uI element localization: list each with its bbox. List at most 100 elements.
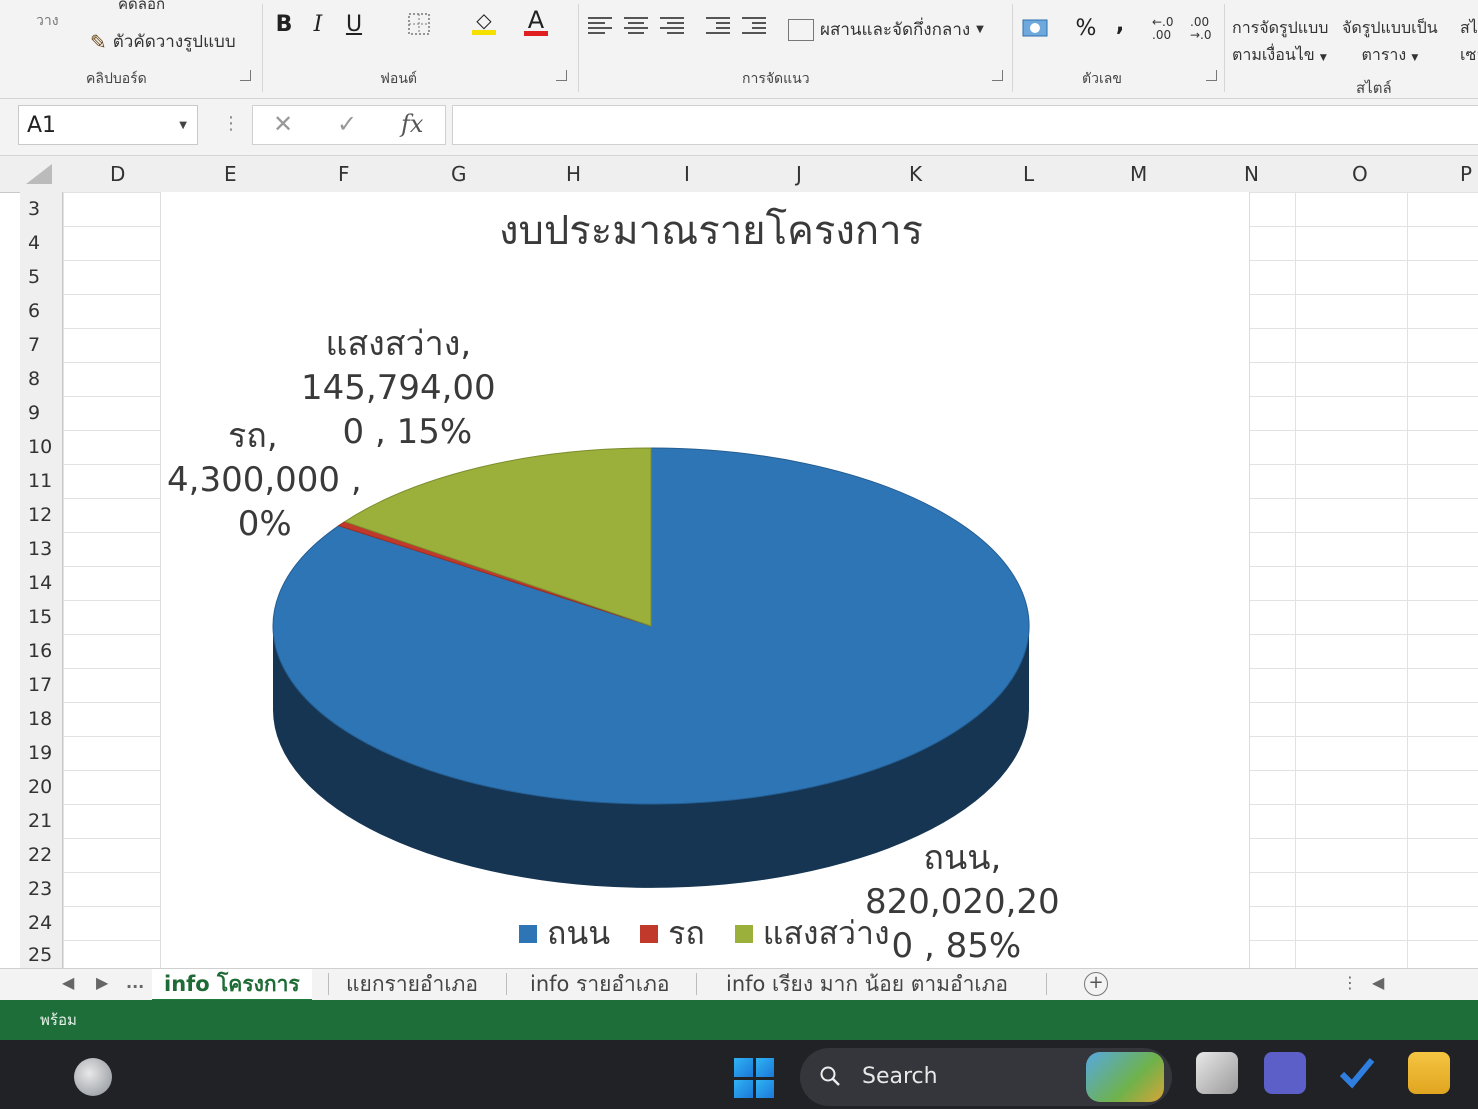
column-header[interactable]: H [566,162,581,186]
format-painter-button[interactable]: ✎ ตัวคัดวางรูปแบบ [90,28,236,55]
column-header[interactable]: F [338,162,350,186]
row-header[interactable]: 13 [28,538,52,560]
row-header[interactable]: 11 [28,470,52,492]
font-launcher-icon[interactable] [556,70,567,81]
column-header[interactable]: I [684,162,690,186]
row-header[interactable]: 22 [28,844,52,866]
increase-decimal-button[interactable]: ←.0 .00 [1152,16,1186,42]
comma-button[interactable]: , [1110,10,1130,38]
row-header[interactable]: 24 [28,912,52,934]
row-header[interactable]: 23 [28,878,52,900]
search-highlight-image [1086,1052,1164,1102]
divider [328,973,329,995]
column-header[interactable]: E [224,162,237,186]
divider [1224,4,1225,92]
align-center-icon[interactable] [624,14,648,38]
row-header[interactable]: 8 [28,368,40,390]
row-header[interactable]: 9 [28,402,40,424]
bold-button[interactable]: B [272,10,296,38]
legend-item[interactable]: รถ [640,908,705,959]
column-header[interactable]: K [909,162,922,186]
pie-chart[interactable]: งบประมาณรายโครงการ แสงสว่าง, 145,794,00 … [160,192,1250,968]
row-header[interactable]: 20 [28,776,52,798]
start-button[interactable] [734,1058,774,1098]
clipboard-launcher-icon[interactable] [240,70,251,81]
font-color-button[interactable]: A [520,8,552,36]
row-header[interactable]: 16 [28,640,52,662]
clipboard-group-label: คลิปบอร์ด [86,71,147,87]
row-header[interactable]: 15 [28,606,52,628]
merge-center-button[interactable]: ผสานและจัดกึ่งกลาง ▼ [788,16,984,43]
select-all-corner[interactable] [26,164,52,184]
insert-function-icon[interactable]: fx [401,110,423,138]
italic-button[interactable]: I [306,10,330,38]
data-label-vehicle[interactable]: รถ, 4,300,000 , 0% [167,414,362,546]
row-header[interactable]: 14 [28,572,52,594]
paste-button[interactable]: วาง [36,10,59,32]
column-header[interactable]: G [451,162,467,186]
column-header[interactable]: P [1460,162,1472,186]
row-header[interactable]: 4 [28,232,40,254]
fill-color-button[interactable]: ◇ [468,8,500,36]
row-header[interactable]: 21 [28,810,52,832]
copy-button[interactable]: คัดลอก [118,0,165,16]
increase-indent-icon[interactable] [742,14,766,38]
conditional-format-button[interactable]: การจัดรูปแบบ ตามเงื่อนไข ▼ [1232,16,1328,68]
taskbar-search[interactable]: Search [800,1048,1172,1106]
column-header[interactable]: O [1352,162,1368,186]
cancel-icon[interactable]: ✕ [273,110,293,138]
sheet-tab[interactable]: info โครงการ [152,969,312,1002]
row-header[interactable]: 5 [28,266,40,288]
decrease-decimal-button[interactable]: .00 →.0 [1190,16,1224,42]
legend-item[interactable]: ถนน [519,908,610,959]
task-view-icon[interactable] [1196,1052,1238,1094]
row-headers: 3 4 5 6 7 8 9 10 11 12 13 14 15 16 17 18… [20,192,63,968]
more-options-icon[interactable]: ⋮ [222,113,240,134]
row-header[interactable]: 18 [28,708,52,730]
column-header[interactable]: J [796,162,802,186]
more-sheets-button[interactable]: ... [126,973,144,992]
row-header[interactable]: 7 [28,334,40,356]
row-header[interactable]: 12 [28,504,52,526]
divider [1046,973,1047,995]
percent-button[interactable]: % [1072,14,1100,42]
widgets-icon[interactable] [74,1058,112,1096]
tab-splitter-icon[interactable]: ⋮ [1342,973,1358,992]
align-left-icon[interactable] [588,14,612,38]
scroll-right-icon[interactable]: ▶ [96,973,108,992]
add-sheet-button[interactable]: + [1084,972,1108,996]
cell-styles-button[interactable]: สไ เซล [1460,16,1478,68]
column-header[interactable]: N [1244,162,1259,186]
decrease-indent-icon[interactable] [706,14,730,38]
format-as-table-button[interactable]: จัดรูปแบบเป็น ตาราง ▼ [1342,16,1438,68]
column-header[interactable]: L [1023,162,1034,186]
row-header[interactable]: 10 [28,436,52,458]
alignment-launcher-icon[interactable] [992,70,1003,81]
row-header[interactable]: 17 [28,674,52,696]
divider [1012,4,1013,92]
column-header[interactable]: M [1130,162,1147,186]
borders-button[interactable] [404,10,434,38]
chart-legend[interactable]: ถนน รถ แสงสว่าง [519,908,910,959]
formula-input[interactable] [452,105,1478,145]
teams-icon[interactable] [1264,1052,1306,1094]
sheet-tab[interactable]: info เรียง มาก น้อย ตามอำเภอ [714,969,1020,999]
number-launcher-icon[interactable] [1206,70,1217,81]
column-header[interactable]: D [110,162,125,186]
name-box[interactable]: A1 ▼ [18,105,198,145]
row-header[interactable]: 25 [28,944,52,966]
row-header[interactable]: 3 [28,198,40,220]
legend-item[interactable]: แสงสว่าง [734,908,890,959]
enter-icon[interactable]: ✓ [337,110,357,138]
accounting-format-button[interactable] [1020,14,1050,42]
file-explorer-icon[interactable] [1408,1052,1450,1094]
row-header[interactable]: 19 [28,742,52,764]
scroll-left-icon[interactable]: ◀ [62,973,74,992]
hscroll-left-icon[interactable]: ◀ [1372,973,1384,992]
align-right-icon[interactable] [660,14,684,38]
sheet-tab[interactable]: แยกรายอำเภอ [334,969,490,999]
underline-button[interactable]: U [340,10,368,38]
row-header[interactable]: 6 [28,300,40,322]
todo-icon[interactable] [1336,1052,1378,1094]
sheet-tab[interactable]: info รายอำเภอ [518,969,681,999]
